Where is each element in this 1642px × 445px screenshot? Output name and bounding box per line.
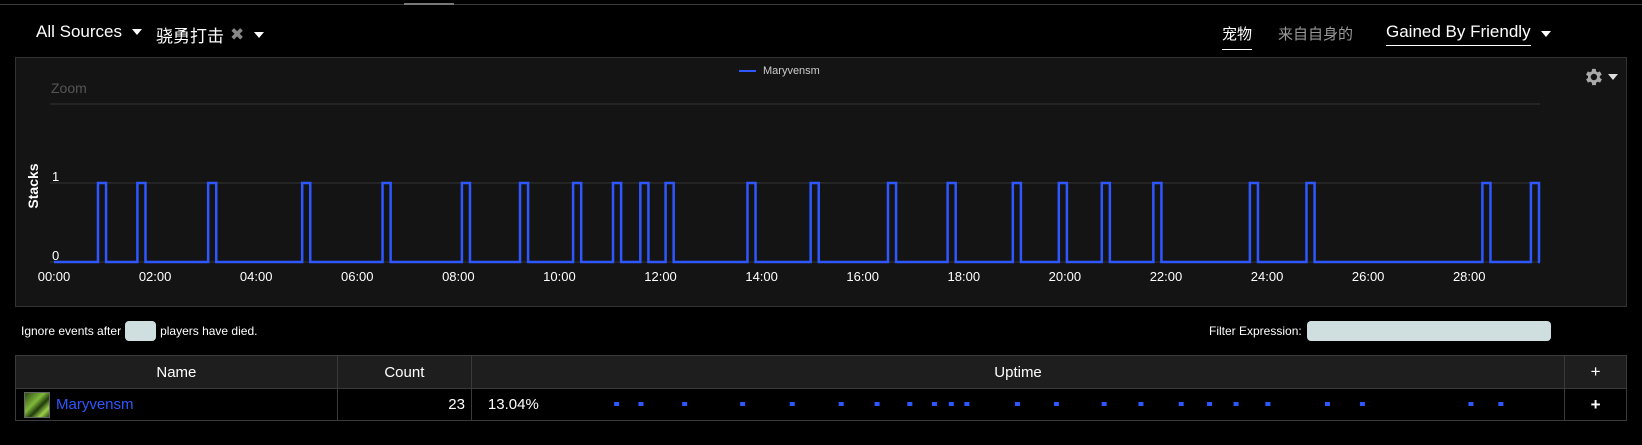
x-tick-label: 18:00 (948, 269, 981, 284)
uptime-segment (789, 402, 795, 406)
uptime-segment (931, 402, 937, 406)
chevron-down-icon (254, 31, 265, 38)
chevron-down-icon (1540, 31, 1551, 37)
table-row: Maryvensm 23 13.04% + (15, 388, 1627, 421)
series-line-stacks (54, 181, 1541, 264)
players-died-input[interactable] (125, 321, 157, 341)
x-tick-label: 14:00 (745, 269, 778, 284)
x-tick-label: 02:00 (139, 269, 172, 284)
x-tick-label: 16:00 (846, 269, 879, 284)
y-tick-label: 1 (52, 169, 59, 184)
count-cell: 23 (336, 388, 472, 421)
column-header-uptime[interactable]: Uptime (470, 355, 1566, 389)
uptime-segment (1101, 402, 1107, 406)
expand-all-button[interactable]: + (1564, 355, 1627, 389)
x-tick-label: 28:00 (1453, 269, 1486, 284)
buff-table: Name Count Uptime + Maryvensm 23 13.04% … (15, 355, 1627, 421)
uptime-segment (948, 402, 954, 406)
table-header-row: Name Count Uptime + (15, 355, 1627, 389)
stacks-chart[interactable]: 0100:00 02:00 04:00 06:00 08:00 10:00 12:00 14:… (16, 58, 1628, 308)
source-dropdown-label: All Sources (36, 22, 122, 41)
uptime-segment (1359, 402, 1365, 406)
uptime-segment (1468, 402, 1474, 406)
uptime-segment (874, 402, 880, 406)
uptime-percent: 13.04% (487, 396, 539, 413)
view-toggle-pets[interactable]: 宠物 (1222, 23, 1253, 50)
x-tick-label: 12:00 (644, 269, 677, 284)
expand-row-button[interactable]: + (1564, 388, 1627, 421)
chevron-down-icon (131, 29, 142, 35)
name-cell-content: Maryvensm (22, 391, 331, 418)
ignore-events-option: Ignore events after players have died. (21, 320, 257, 342)
class-spec-icon (24, 391, 50, 418)
zoom-label[interactable]: Zoom (51, 80, 87, 96)
x-tick-label: 10:00 (543, 269, 576, 284)
chevron-down-icon (1608, 74, 1618, 80)
uptime-segment (1178, 402, 1184, 406)
x-tick-label: 26:00 (1352, 269, 1385, 284)
column-header-name[interactable]: Name (15, 355, 338, 389)
x-tick-label: 06:00 (341, 269, 374, 284)
uptime-segment (1014, 402, 1020, 406)
x-tick-label: 04:00 (240, 269, 273, 284)
filter-label: Filter Expression: (1209, 324, 1302, 338)
x-tick-label: 20:00 (1049, 269, 1082, 284)
name-cell: Maryvensm (15, 388, 338, 421)
ability-dropdown-label: 骁勇打击 (156, 27, 224, 46)
gear-icon (1586, 68, 1602, 86)
ability-dropdown[interactable]: 骁勇打击 ✖ (156, 22, 265, 47)
view-toggle-self[interactable]: 来自自身的 (1278, 23, 1353, 44)
uptime-cell: 13.04% (470, 388, 1566, 421)
x-tick-label: 08:00 (442, 269, 475, 284)
x-tick-label: 00:00 (38, 269, 71, 284)
remove-icon[interactable]: ✖ (230, 25, 244, 45)
filter-expression-option: Filter Expression: (1209, 320, 1551, 342)
ignore-suffix-label: players have died. (160, 324, 258, 338)
column-header-count[interactable]: Count (336, 355, 472, 389)
uptime-segment (638, 402, 644, 406)
top-divider (0, 4, 1642, 5)
uptime-segment (964, 402, 970, 406)
uptime-segment (740, 402, 746, 406)
uptime-segment (907, 402, 913, 406)
chart-panel: 0 1 00:00 02:00 04:00 06:00 08:00 10:00 12:00 14:… (15, 57, 1627, 307)
gained-by-label: Gained By Friendly (1386, 22, 1531, 46)
chart-settings-button[interactable] (1575, 62, 1625, 92)
active-tab-indicator (404, 3, 454, 5)
uptime-segment (1053, 402, 1059, 406)
uptime-segment (1206, 402, 1212, 406)
uptime-segment (1324, 402, 1330, 406)
filter-expression-input[interactable] (1306, 321, 1551, 341)
uptime-segment (1233, 402, 1239, 406)
gained-by-dropdown[interactable]: Gained By Friendly (1386, 22, 1551, 46)
uptime-segment (1138, 402, 1144, 406)
uptime-bar (614, 402, 1504, 406)
player-link[interactable]: Maryvensm (56, 396, 134, 413)
source-dropdown[interactable]: All Sources (36, 22, 142, 42)
uptime-segment (1265, 402, 1271, 406)
uptime-segment (614, 402, 620, 406)
legend-label: Maryvensm (763, 65, 820, 77)
x-tick-label: 22:00 (1150, 269, 1183, 284)
y-axis-title: Stacks (25, 163, 41, 208)
x-tick-label: 24:00 (1251, 269, 1284, 284)
ignore-prefix-label: Ignore events after (21, 324, 122, 338)
uptime-segment (1498, 402, 1504, 406)
uptime-segment (682, 402, 688, 406)
toolbar: All Sources 骁勇打击 ✖ 宠物 来自自身的 Gained By Fr… (0, 18, 1642, 52)
uptime-segment (838, 402, 844, 406)
chart-legend[interactable]: Maryvensm (739, 65, 820, 77)
